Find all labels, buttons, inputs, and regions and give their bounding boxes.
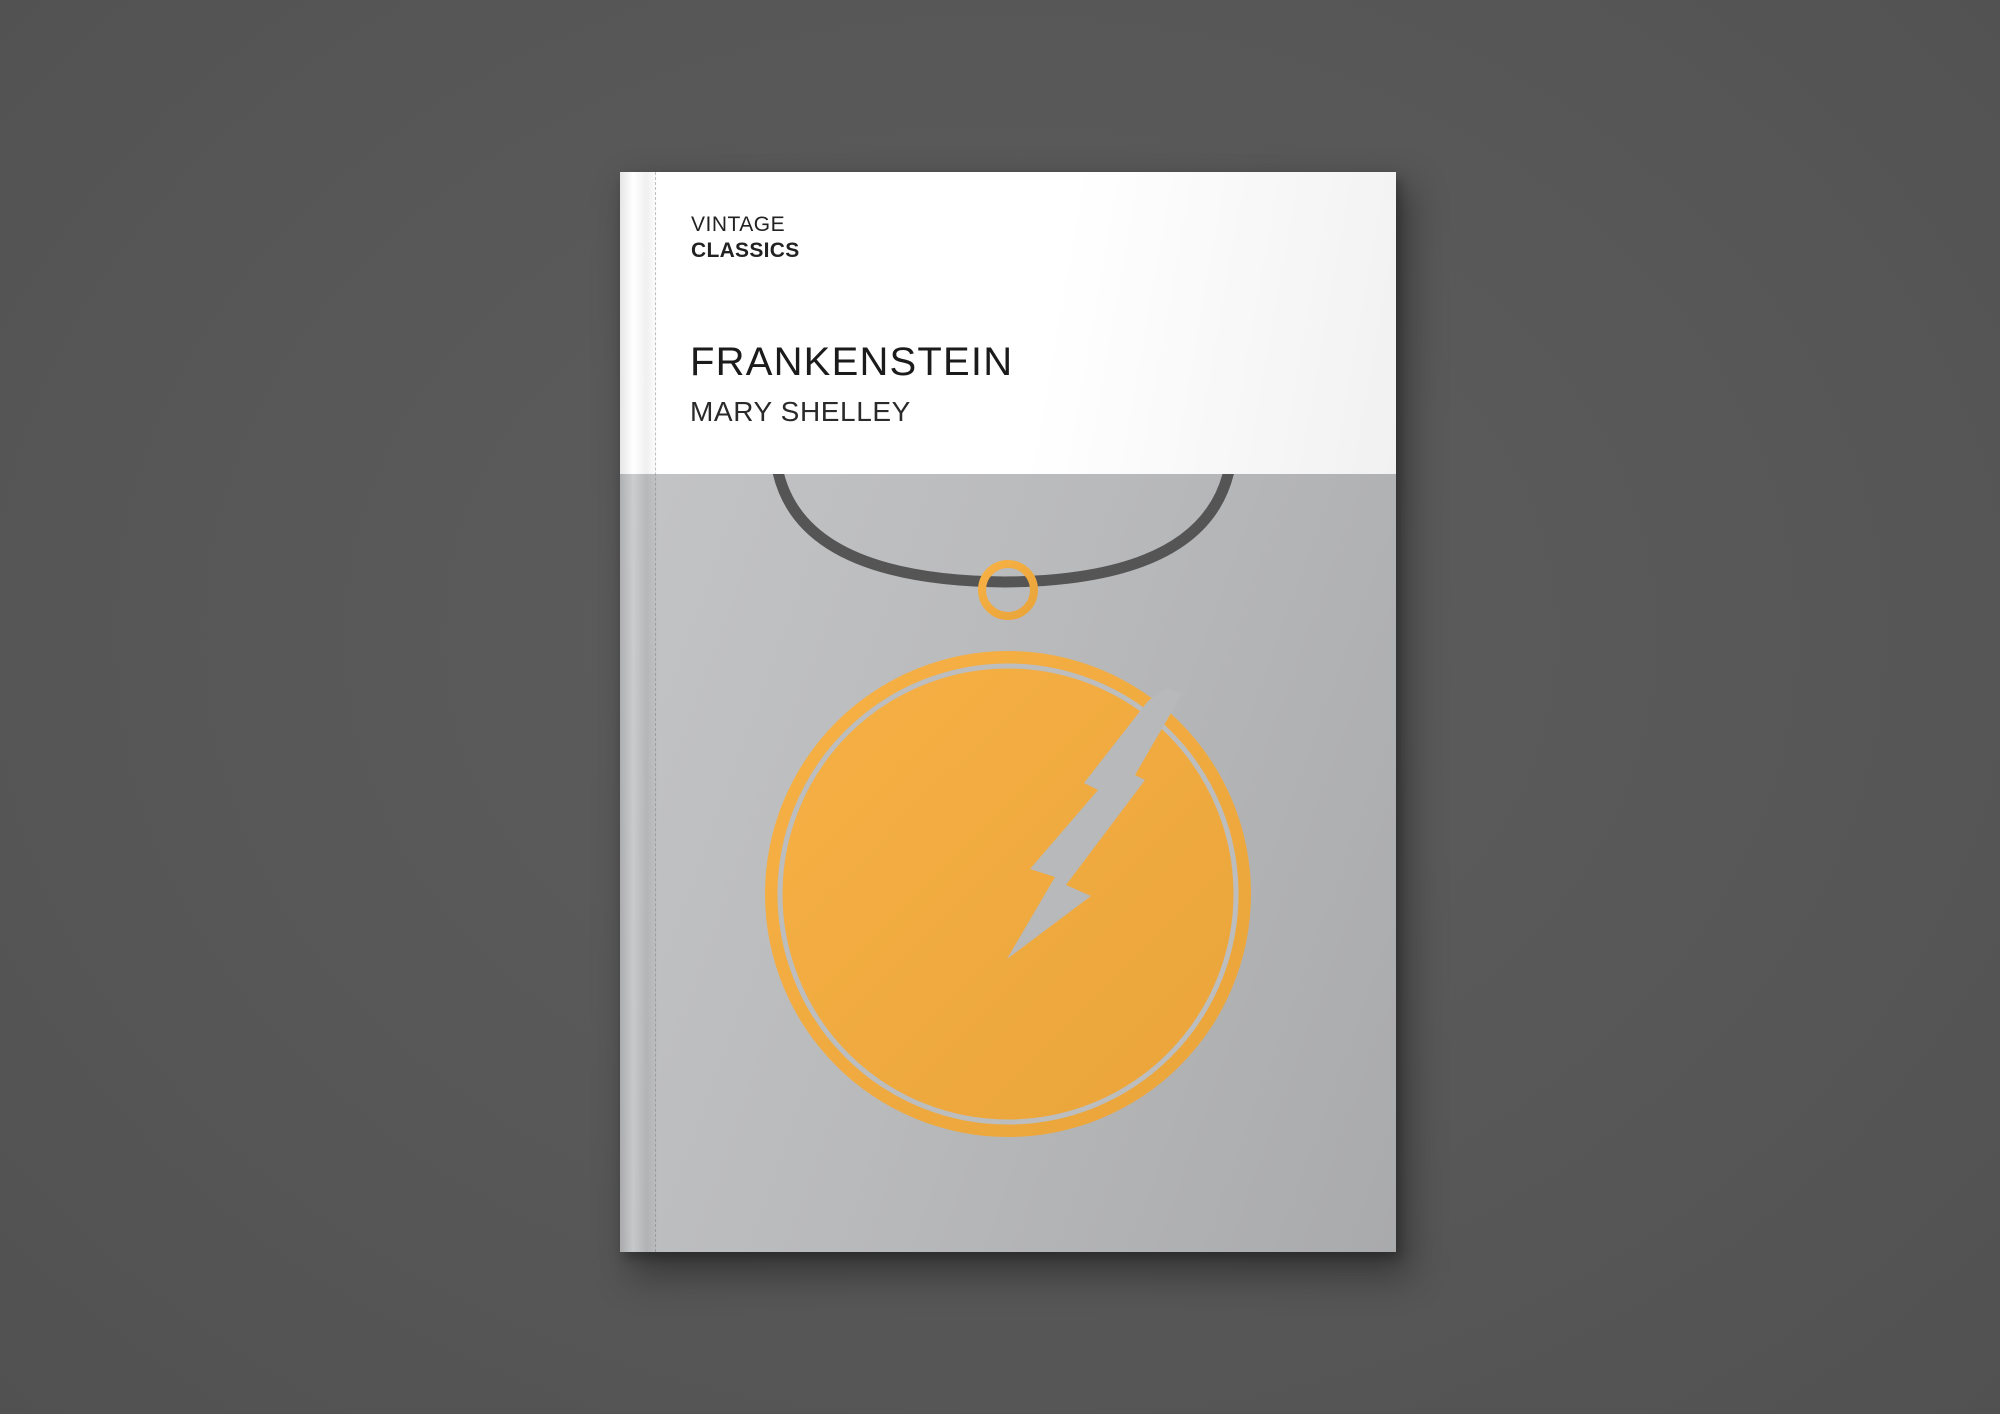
- publisher-imprint: VINTAGE CLASSICS: [691, 212, 800, 265]
- imprint-line-vintage: VINTAGE: [691, 213, 786, 236]
- pendant-ring-icon: [978, 560, 1038, 620]
- book-cover: VINTAGE CLASSICS FRANKENSTEIN MARY SHELL…: [620, 172, 1396, 1252]
- imprint-line-classics: CLASSICS: [691, 239, 800, 263]
- book-author: MARY SHELLEY: [690, 396, 911, 427]
- spine-crease-line: [655, 172, 656, 1252]
- spine-fold: [620, 172, 658, 1252]
- pendant-illustration: [765, 474, 1251, 1137]
- book-title: FRANKENSTEIN: [690, 340, 1014, 384]
- pendant-outer-rim: [765, 651, 1251, 1137]
